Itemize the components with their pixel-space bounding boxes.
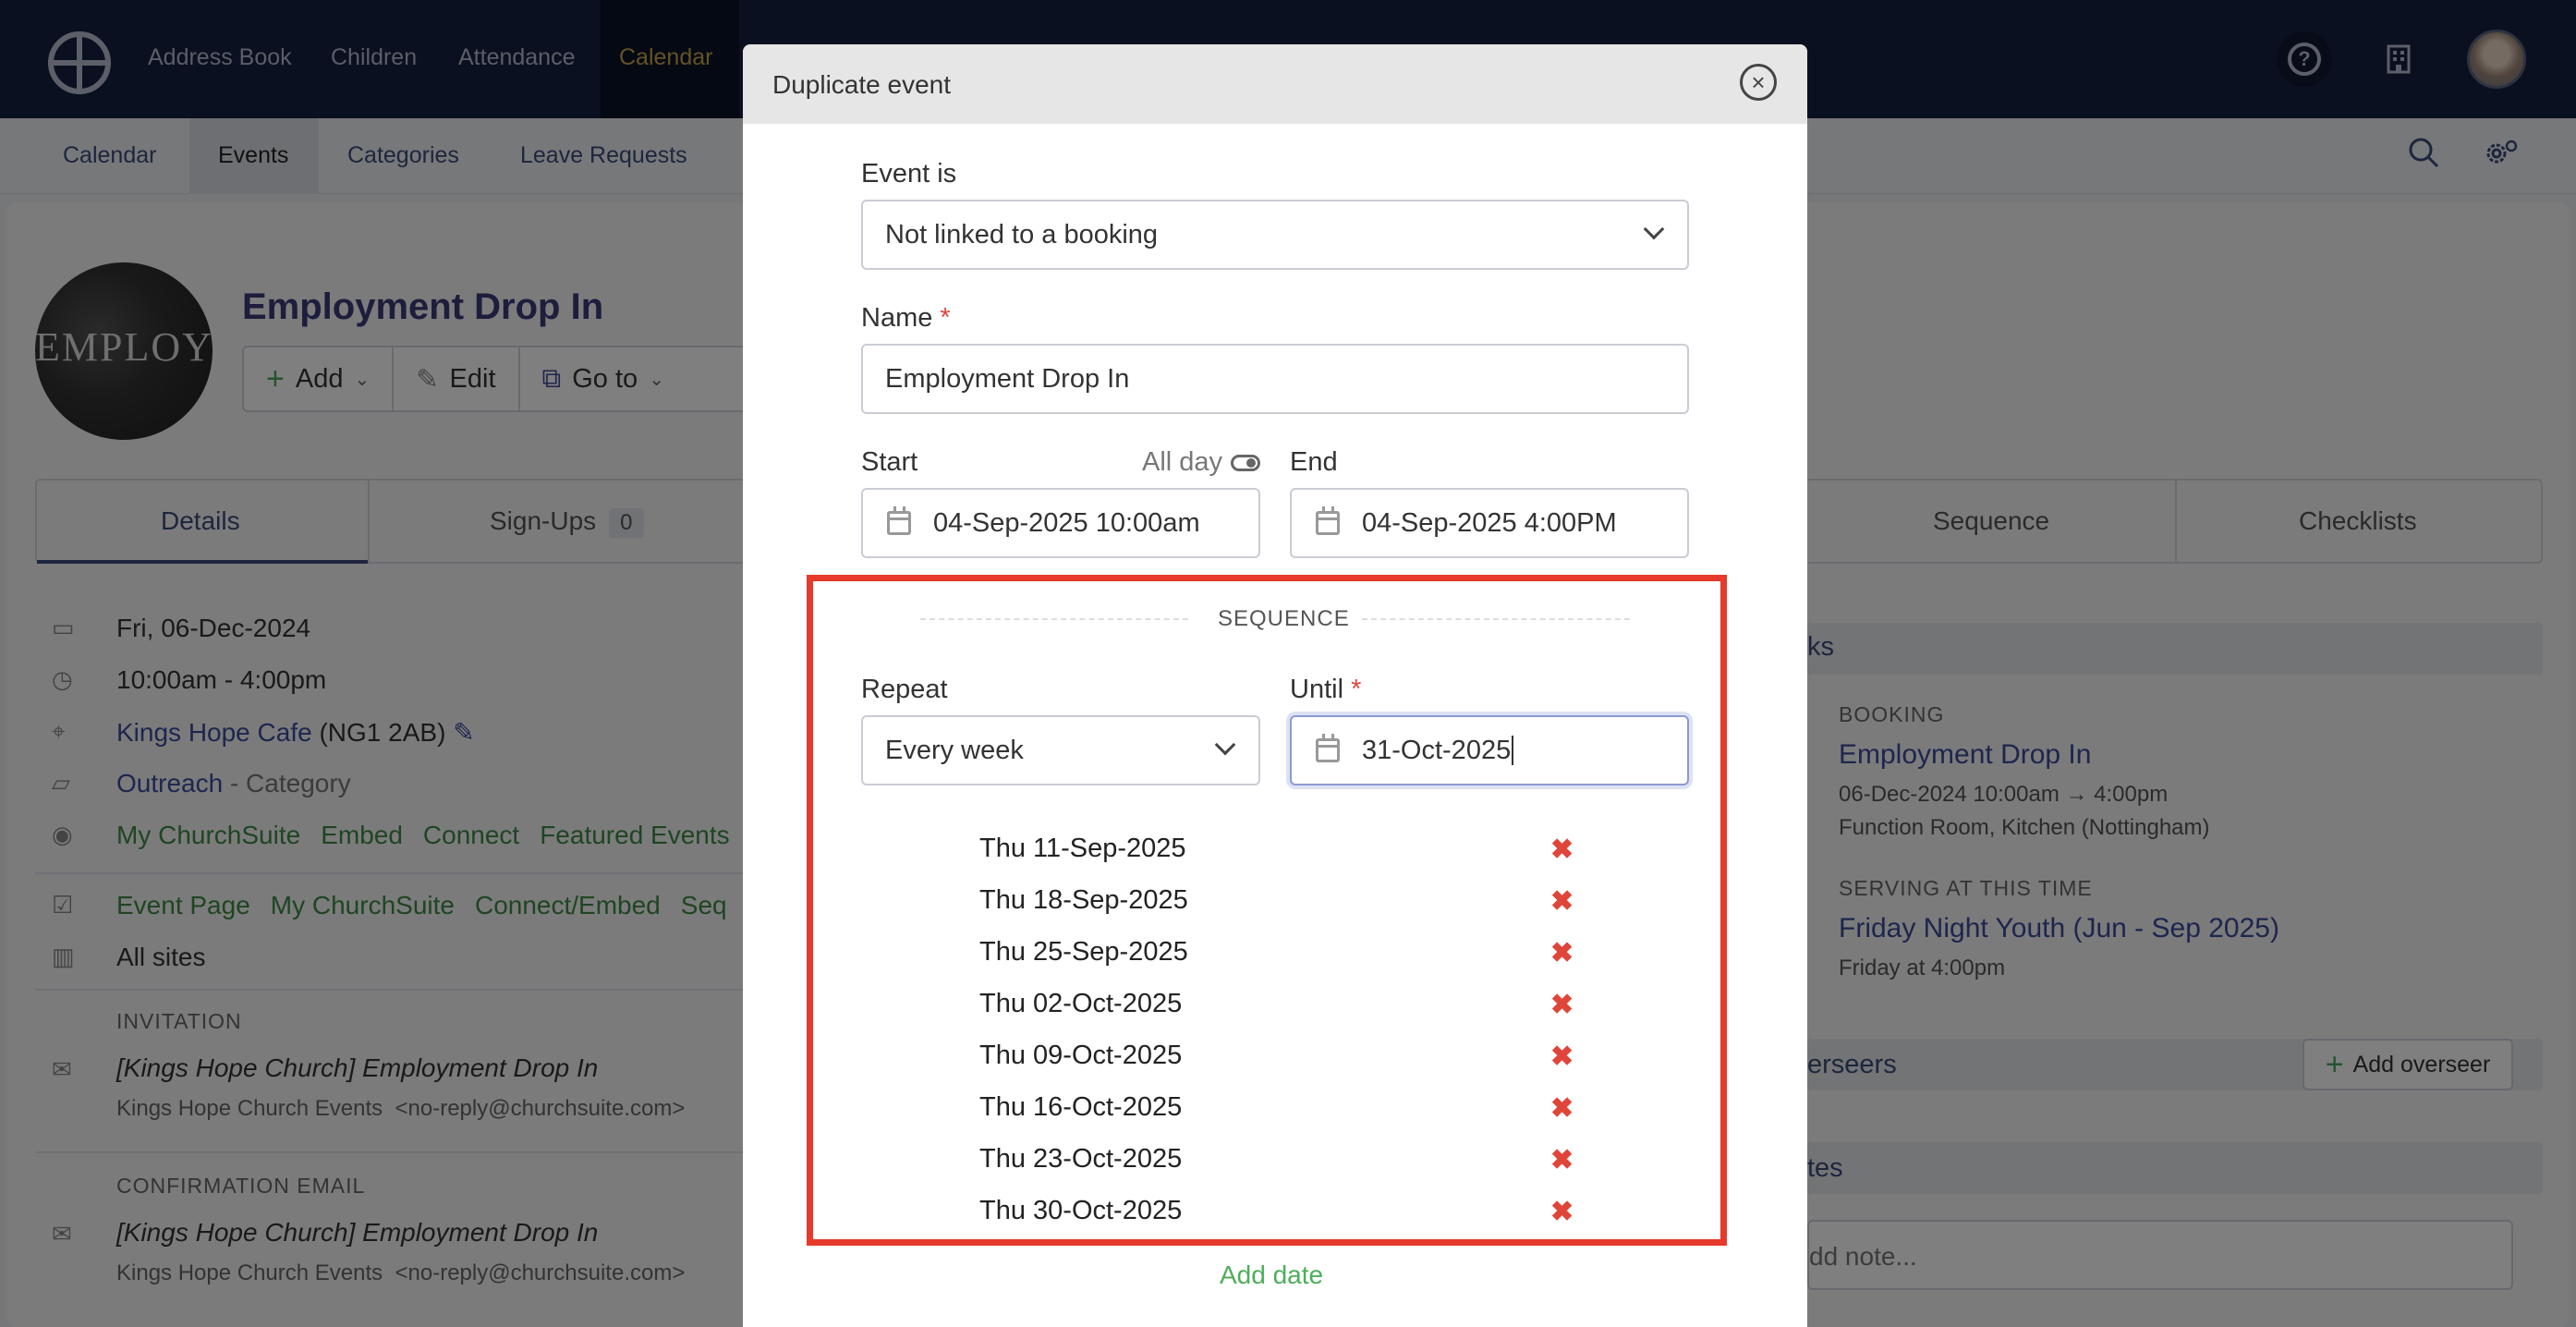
all-day-label: All day <box>1142 447 1223 477</box>
modal-header: Duplicate event × <box>743 44 1807 124</box>
all-day-toggle[interactable] <box>1231 455 1260 471</box>
event-is-select[interactable]: Not linked to a booking <box>861 200 1689 270</box>
calendar-clock-icon <box>1316 506 1340 535</box>
end-value: 04-Sep-2025 4:00PM <box>1362 507 1617 538</box>
start-label: Start <box>861 447 918 477</box>
name-value: Employment Drop In <box>885 363 1130 394</box>
add-date-link[interactable]: Add date <box>1220 1260 1323 1290</box>
name-input[interactable]: Employment Drop In <box>861 344 1689 414</box>
calendar-clock-icon <box>887 506 911 535</box>
close-icon[interactable]: × <box>1740 64 1777 101</box>
chevron-down-icon <box>1643 218 1665 240</box>
start-datetime-input[interactable]: 04-Sep-2025 10:00am <box>861 488 1260 558</box>
required-marker: * <box>940 303 951 333</box>
event-is-value: Not linked to a booking <box>885 219 1159 250</box>
end-datetime-input[interactable]: 04-Sep-2025 4:00PM <box>1290 488 1689 558</box>
event-is-label: Event is <box>861 159 957 189</box>
end-label: End <box>1290 447 1338 477</box>
name-label: Name * <box>861 303 951 334</box>
sequence-highlight-box <box>807 575 1727 1246</box>
modal-title: Duplicate event <box>772 70 952 99</box>
name-label-text: Name <box>861 303 933 333</box>
start-value: 04-Sep-2025 10:00am <box>933 507 1200 538</box>
